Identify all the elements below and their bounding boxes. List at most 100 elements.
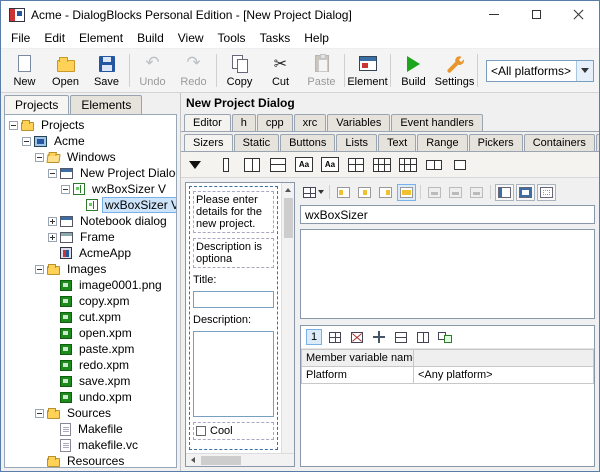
cut-button[interactable]: ✂ Cut [260,50,301,91]
tree-item-wxboxsizer-inner[interactable]: wxBoxSizer V [5,197,176,213]
sizer-flags-dropdown[interactable] [302,184,325,201]
platform-select-dropdown[interactable] [576,61,593,81]
align-top-button-disabled[interactable] [425,184,444,201]
tree-item-sources[interactable]: Sources [5,405,176,421]
palette-staticbox-sizer-v-icon[interactable] [293,156,315,174]
grid-view-button[interactable] [326,329,344,345]
delete-variable-button[interactable] [348,329,366,345]
tree-item-undo-xpm[interactable]: undo.xpm [5,389,176,405]
preview-description-label[interactable]: Description: [193,314,274,326]
menu-view[interactable]: View [171,28,211,48]
tree-item-image0001[interactable]: image0001.png [5,277,176,293]
collapse-icon[interactable] [35,265,44,274]
copy-button[interactable]: Copy [219,50,260,91]
minimize-button[interactable] [473,1,515,28]
align-left-button[interactable] [334,184,353,201]
tree-item-open-xpm[interactable]: open.xpm [5,325,176,341]
property-value-cell[interactable]: <Any platform> [414,367,594,384]
tree-item-cut-xpm[interactable]: cut.xpm [5,309,176,325]
scroll-up-icon[interactable] [282,183,295,196]
align-right-button[interactable] [376,184,395,201]
tab-buttons[interactable]: Buttons [280,134,335,152]
preview-cool-checkbox[interactable]: Cool [193,422,274,440]
tree-item-notebook-dialog[interactable]: Notebook dialog [5,213,176,229]
tab-sizers[interactable]: Sizers [184,134,233,152]
maximize-button[interactable] [515,1,557,28]
move-variable-button[interactable] [370,329,388,345]
column-header-member-variable[interactable]: Member variable name [302,350,414,367]
preview-description-textarea[interactable] [193,331,274,417]
tab-h[interactable]: h [232,114,256,132]
selected-sizer-outline[interactable]: Please enter details for the new project… [189,186,278,450]
element-detail-area[interactable] [300,229,595,319]
collapse-icon[interactable] [48,169,57,178]
tab-static[interactable]: Static [234,134,280,152]
paste-button[interactable]: Paste [301,50,342,91]
reparent-button[interactable] [436,329,454,345]
menu-tasks[interactable]: Tasks [253,28,298,48]
expand-icon[interactable] [48,233,57,242]
expand-button[interactable] [397,184,416,201]
tree-item-wxboxsizer-outer[interactable]: wxBoxSizer V [5,181,176,197]
align-bottom-button-disabled[interactable] [467,184,486,201]
tree-item-resources[interactable]: Resources [5,453,176,468]
tab-lists[interactable]: Lists [336,134,377,152]
platform-select[interactable]: <All platforms> [486,60,594,82]
tree-item-redo-xpm[interactable]: redo.xpm [5,357,176,373]
border-all-button[interactable] [516,184,535,201]
open-button[interactable]: Open [45,50,86,91]
menu-file[interactable]: File [4,28,37,48]
tab-editor[interactable]: Editor [184,114,231,132]
menu-build[interactable]: Build [130,28,171,48]
tab-containers[interactable]: Containers [524,134,595,152]
new-button[interactable]: New [4,50,45,91]
dialog-preview-canvas[interactable]: Please enter details for the new project… [186,183,281,453]
border-left-button[interactable] [495,184,514,201]
collapse-icon[interactable] [61,185,70,194]
tree-item-makefile-vc[interactable]: makefile.vc [5,437,176,453]
tab-cpp[interactable]: cpp [257,114,293,132]
settings-button[interactable]: Settings [434,50,475,91]
tab-xrc[interactable]: xrc [294,114,327,132]
scroll-left-icon[interactable] [186,454,199,467]
palette-boxsizer-horizontal-icon[interactable] [267,156,289,174]
palette-dropdown-icon[interactable] [189,161,201,169]
preview-horizontal-scrollbar[interactable] [186,453,294,466]
preview-static-text-optional[interactable]: Description is optiona [193,238,274,268]
palette-flexgrid-sizer-icon[interactable] [371,156,393,174]
tab-pickers[interactable]: Pickers [469,134,523,152]
align-centre-button[interactable] [355,184,374,201]
tree-item-makefile[interactable]: Makefile [5,421,176,437]
split-horizontal-button[interactable] [392,329,410,345]
align-middle-button-disabled[interactable] [446,184,465,201]
tab-event-handlers[interactable]: Event handlers [391,114,482,132]
tree-item-acmeapp[interactable]: AcmeApp [5,245,176,261]
tab-text[interactable]: Text [378,134,416,152]
preview-static-text-intro[interactable]: Please enter details for the new project… [193,191,274,233]
palette-wrap-sizer-icon[interactable] [449,156,471,174]
tree-item-images[interactable]: Images [5,261,176,277]
palette-spacer-icon[interactable] [215,156,237,174]
element-button[interactable]: Element [347,50,388,91]
palette-boxsizer-vertical-icon[interactable] [241,156,263,174]
menu-edit[interactable]: Edit [37,28,72,48]
close-button[interactable] [557,1,599,28]
collapse-icon[interactable] [35,153,44,162]
palette-grid-sizer-icon[interactable] [345,156,367,174]
menu-help[interactable]: Help [297,28,336,48]
tab-variables[interactable]: Variables [327,114,390,132]
scrollbar-thumb[interactable] [201,456,241,465]
menu-tools[interactable]: Tools [211,28,253,48]
preview-title-input[interactable] [193,291,274,308]
column-header-value[interactable] [414,350,594,367]
collapse-icon[interactable] [22,137,31,146]
expand-icon[interactable] [48,217,57,226]
palette-staticbox-sizer-h-icon[interactable] [319,156,341,174]
preview-title-label[interactable]: Title: [193,274,274,286]
split-vertical-button[interactable] [414,329,432,345]
tree-item-windows[interactable]: Windows [5,149,176,165]
collapse-icon[interactable] [9,121,18,130]
tab-elements[interactable]: Elements [70,95,142,114]
tab-projects[interactable]: Projects [4,95,69,114]
save-button[interactable]: Save [86,50,127,91]
